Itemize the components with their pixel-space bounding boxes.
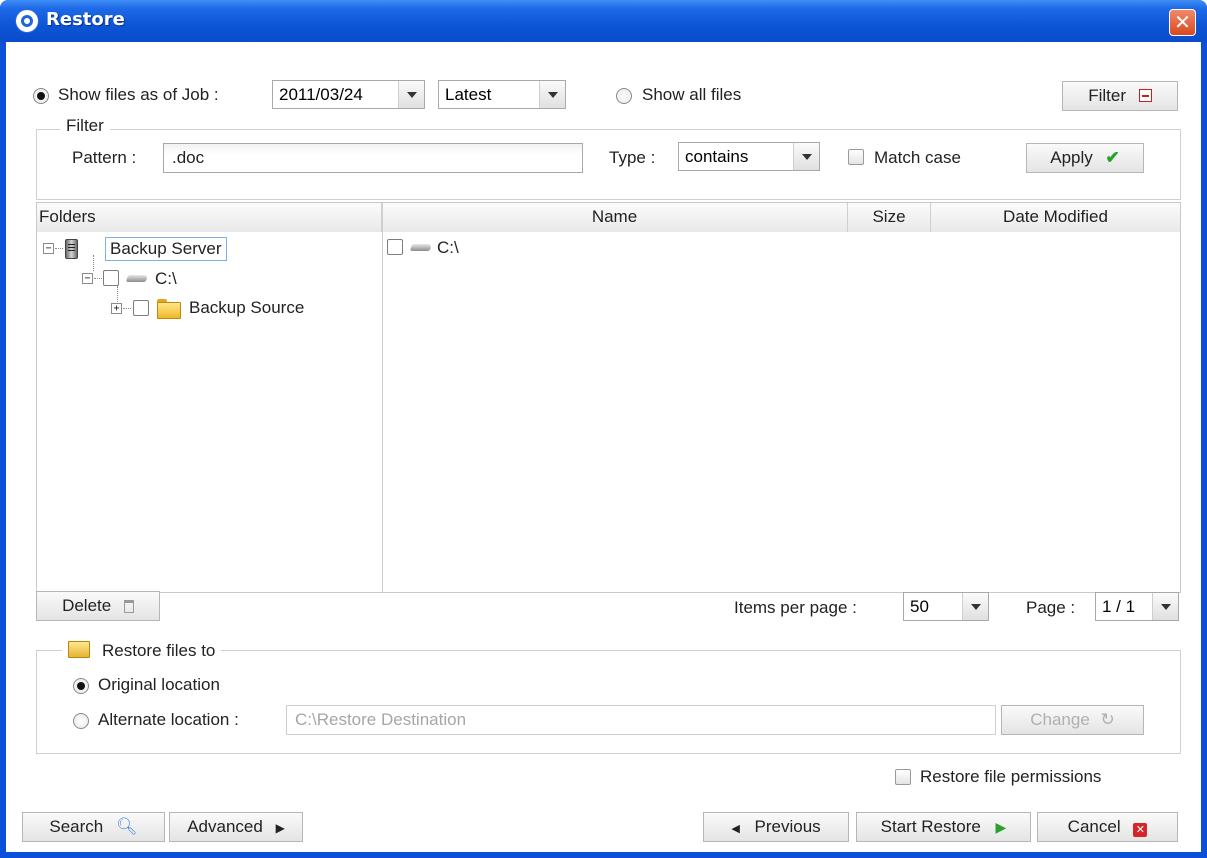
items-per-page-label: Items per page : xyxy=(734,598,857,617)
tree-connector xyxy=(93,255,94,271)
previous-button[interactable]: ◀ Previous xyxy=(703,812,849,842)
show-all-files-radio[interactable] xyxy=(616,88,632,104)
match-case-checkbox[interactable] xyxy=(848,149,864,165)
advanced-label: Advanced xyxy=(187,817,263,836)
server-icon xyxy=(65,239,78,259)
tree-connector xyxy=(123,308,131,309)
cancel-x-icon: ✕ xyxy=(1133,823,1148,837)
tree-connector xyxy=(117,286,118,304)
restore-permissions-label: Restore file permissions xyxy=(920,767,1102,786)
search-button[interactable]: Search 🔍︎ xyxy=(22,812,165,842)
trash-icon xyxy=(123,600,134,613)
alternate-location-label: Alternate location : xyxy=(98,710,239,729)
job-date-value: 2011/03/24 xyxy=(279,85,363,104)
tree-connector xyxy=(94,278,102,279)
restore-app-icon xyxy=(16,10,38,32)
triangle-left-icon: ◀ xyxy=(731,823,740,835)
chevron-down-icon xyxy=(962,593,988,620)
panel-splitter[interactable] xyxy=(382,203,383,592)
drive-c-tree-checkbox[interactable] xyxy=(103,270,119,286)
start-restore-label: Start Restore xyxy=(880,817,981,836)
show-as-of-job-radio[interactable] xyxy=(33,88,49,104)
triangle-right-icon: ▶ xyxy=(275,821,285,835)
type-select[interactable]: contains xyxy=(678,142,820,171)
job-version-select[interactable]: Latest xyxy=(438,80,566,109)
folder-icon xyxy=(157,299,181,319)
play-icon: ▶ xyxy=(995,819,1007,835)
original-location-radio[interactable] xyxy=(73,678,89,694)
page-select[interactable]: 1 / 1 xyxy=(1095,592,1179,621)
pattern-label: Pattern : xyxy=(72,148,137,167)
job-date-select[interactable]: 2011/03/24 xyxy=(272,80,425,109)
browser-panel: Folders Name Size Date Modified − Backup… xyxy=(36,202,1181,593)
alternate-location-input[interactable] xyxy=(286,705,996,735)
apply-filter-button[interactable]: Apply ✔ xyxy=(1026,143,1144,173)
delete-label: Delete xyxy=(62,596,112,615)
dialog-body: Show files as of Job : 2011/03/24 Latest… xyxy=(6,42,1201,852)
title-bar[interactable]: Restore ✕ xyxy=(0,0,1207,42)
delete-button[interactable]: Delete xyxy=(36,591,160,621)
restore-to-group-frame xyxy=(36,650,1181,754)
cancel-label: Cancel xyxy=(1067,817,1121,836)
filter-toggle-button[interactable]: Filter xyxy=(1062,81,1178,111)
folders-header: Folders xyxy=(37,203,382,232)
type-value: contains xyxy=(685,147,749,166)
backup-source-tree-checkbox[interactable] xyxy=(133,300,149,316)
tree-item-backup-source[interactable]: Backup Source xyxy=(189,298,304,318)
chevron-down-icon xyxy=(1152,593,1178,620)
tree-connector xyxy=(55,248,63,249)
show-as-of-job-label: Show files as of Job : xyxy=(58,85,219,104)
tree-item-drive-c[interactable]: C:\ xyxy=(155,269,177,289)
page-label: Page : xyxy=(1026,598,1076,617)
file-row-checkbox[interactable] xyxy=(387,239,403,255)
drive-icon xyxy=(411,242,431,252)
restore-to-group-title: Restore files to xyxy=(62,639,222,661)
chevron-down-icon xyxy=(539,81,565,108)
file-row-name[interactable]: C:\ xyxy=(437,238,459,258)
name-column-header[interactable]: Name xyxy=(382,203,848,232)
size-column-header[interactable]: Size xyxy=(848,203,931,232)
restore-folder-icon xyxy=(68,641,90,658)
pattern-input[interactable] xyxy=(163,143,583,173)
chevron-down-icon xyxy=(793,143,819,170)
start-restore-button[interactable]: Start Restore ▶ xyxy=(856,812,1031,842)
refresh-icon: ↻ xyxy=(1100,710,1115,729)
date-modified-column-header[interactable]: Date Modified xyxy=(931,203,1180,232)
restore-window: Restore ✕ Show files as of Job : 2011/03… xyxy=(0,0,1207,858)
items-per-page-value: 50 xyxy=(910,597,929,616)
change-location-button[interactable]: Change ↻ xyxy=(1001,705,1144,735)
search-icon: 🔍︎ xyxy=(116,817,138,836)
cancel-button[interactable]: Cancel ✕ xyxy=(1037,812,1178,842)
restore-to-title: Restore files to xyxy=(102,641,216,660)
items-per-page-select[interactable]: 50 xyxy=(903,592,989,621)
show-all-files-label: Show all files xyxy=(642,85,742,104)
alternate-location-radio[interactable] xyxy=(73,713,89,729)
filter-group-title: Filter xyxy=(60,116,110,136)
original-location-label: Original location xyxy=(98,675,220,694)
tree-item-backup-server[interactable]: Backup Server xyxy=(105,237,227,261)
collapse-drive-c-toggle[interactable]: − xyxy=(82,273,93,284)
job-version-value: Latest xyxy=(445,85,492,104)
apply-label: Apply xyxy=(1050,148,1093,167)
chevron-down-icon xyxy=(398,81,424,108)
minus-icon xyxy=(1138,89,1152,102)
restore-permissions-checkbox[interactable] xyxy=(895,769,911,785)
advanced-button[interactable]: Advanced ▶ xyxy=(169,812,303,842)
previous-label: Previous xyxy=(754,817,821,836)
window-title: Restore xyxy=(46,9,125,30)
search-label: Search xyxy=(49,817,104,836)
page-value: 1 / 1 xyxy=(1102,597,1136,616)
type-label: Type : xyxy=(609,148,656,167)
collapse-backup-server-toggle[interactable]: − xyxy=(43,243,54,254)
match-case-label: Match case xyxy=(874,148,961,167)
filter-button-label: Filter xyxy=(1088,86,1127,105)
check-icon: ✔ xyxy=(1105,148,1120,167)
expand-backup-source-toggle[interactable]: + xyxy=(111,303,122,314)
close-window-button[interactable]: ✕ xyxy=(1169,9,1196,36)
drive-icon xyxy=(127,273,147,283)
change-label: Change xyxy=(1030,710,1090,729)
